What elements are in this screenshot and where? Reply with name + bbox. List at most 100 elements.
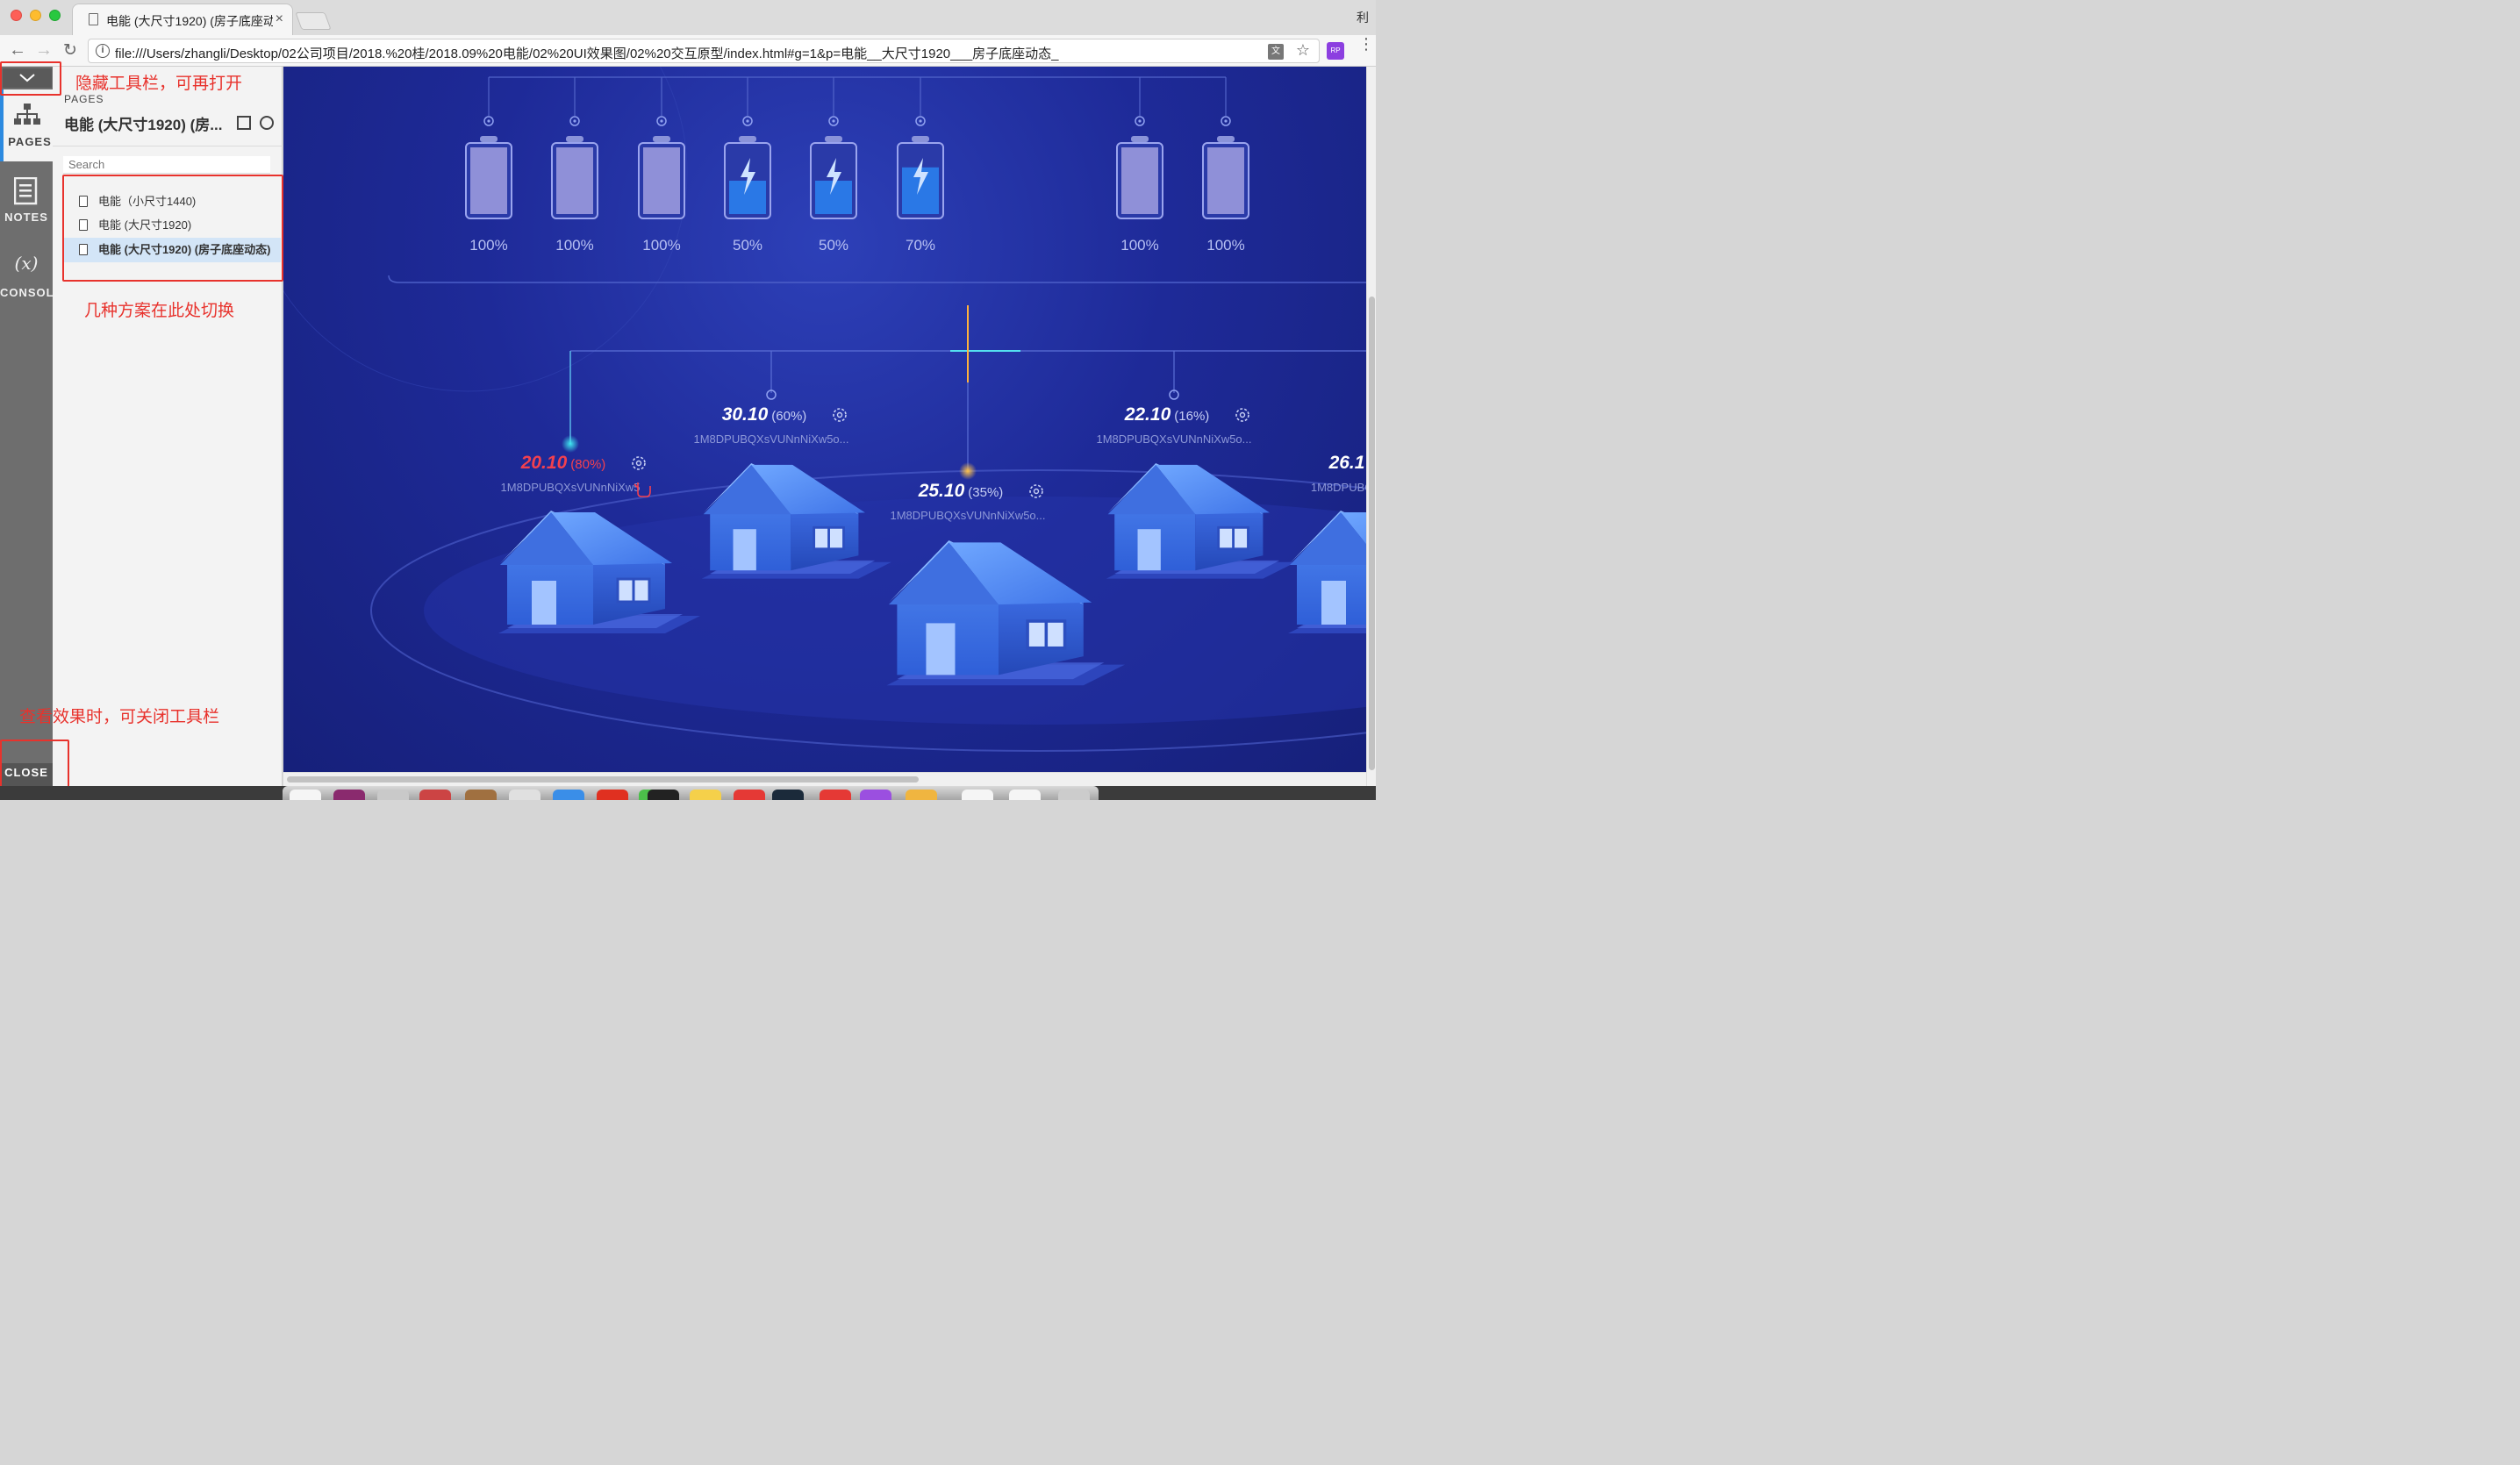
battery-unit[interactable]: 50% [810, 77, 857, 254]
house-door [1137, 529, 1161, 571]
dock-app-icon[interactable] [906, 790, 937, 800]
browser-tabbar: 电能 (大尺寸1920) (房子底座动态_ × 利 [0, 0, 1376, 35]
node-glow [562, 435, 579, 453]
translate-icon[interactable]: 文 [1268, 44, 1284, 60]
profile-button[interactable]: 利 [1357, 9, 1369, 26]
battery-unit[interactable]: 100% [551, 77, 598, 254]
house-id-label: 1M8DPUBQXsVUNnNiXw5o... [1097, 432, 1252, 446]
dock-app-icon[interactable] [772, 790, 804, 800]
gear-icon[interactable] [632, 456, 646, 470]
dock-app-icon[interactable] [820, 790, 851, 800]
dock-app-icon[interactable] [690, 790, 721, 800]
house-door [1321, 581, 1346, 625]
browser-menu-icon[interactable]: ⋮ [1358, 36, 1374, 52]
info-icon[interactable]: i [96, 44, 110, 58]
battery-node-dot [746, 119, 749, 123]
prototype-stage: 100% 100% 100% 50% 50% 70% 100% 100% 20.10 (80%)… [283, 67, 1366, 772]
vertical-scrollbar[interactable] [1366, 67, 1376, 786]
dock-app-icon[interactable] [962, 790, 993, 800]
reload-icon[interactable]: ↻ [63, 40, 77, 61]
annotation-hide-toolbar: 隐藏工具栏，可再打开 [75, 75, 243, 93]
dock-app-icon[interactable] [419, 790, 451, 800]
find-page-icon[interactable] [260, 116, 274, 130]
dock-app-icon[interactable] [734, 790, 765, 800]
battery-node-dot [1138, 119, 1142, 123]
window-minimize-button[interactable] [30, 10, 41, 21]
battery-percent-label: 100% [555, 237, 593, 254]
battery-node-dot [919, 119, 922, 123]
battery-percent-label: 50% [733, 237, 762, 254]
house-value: 30.10 [722, 404, 769, 425]
battery-terminal [480, 136, 498, 142]
page-icon [89, 13, 98, 25]
battery-node-dot [832, 119, 835, 123]
gear-icon[interactable] [833, 408, 847, 422]
house-value-label: 30.10 (60%) [722, 404, 807, 425]
dock-app-icon[interactable] [553, 790, 584, 800]
dock-app-icon[interactable] [860, 790, 891, 800]
battery-unit[interactable]: 70% [897, 77, 944, 254]
pages-tab-label: PAGES [8, 135, 52, 148]
house-value-label: 20.10 (80%) [520, 453, 606, 473]
url-text[interactable]: file:///Users/zhangli/Desktop/02公司项目/201… [115, 44, 1059, 62]
dock-app-icon[interactable] [465, 790, 497, 800]
gear-icon[interactable] [1029, 484, 1043, 498]
dock-app-icon[interactable] [509, 790, 541, 800]
page-search-box[interactable] [63, 156, 270, 174]
battery-node-dot [660, 119, 663, 123]
battery-level-fill [556, 147, 593, 214]
house-percent: (16%) [1174, 409, 1209, 424]
house-id-label: 1M8DPUBQXsVl [1311, 481, 1366, 494]
battery-unit[interactable]: 50% [724, 77, 771, 254]
forward-arrow-icon[interactable]: → [35, 40, 53, 61]
battery-unit[interactable]: 100% [1202, 77, 1249, 254]
battery-percent-label: 100% [1206, 237, 1244, 254]
dock-app-icon[interactable] [597, 790, 628, 800]
page-search-input[interactable] [63, 156, 270, 173]
gear-icon[interactable] [1235, 408, 1249, 422]
battery-unit[interactable]: 100% [465, 77, 512, 254]
house-value-label: 25.10 (35%) [918, 481, 1004, 501]
panel-header: PAGES [64, 93, 104, 105]
house-value: 20.10 [520, 453, 568, 473]
battery-percent-label: 70% [906, 237, 935, 254]
battery-unit[interactable]: 100% [1116, 77, 1163, 254]
dock-app-icon[interactable] [290, 790, 321, 800]
battery-unit[interactable]: 100% [638, 77, 685, 254]
battery-terminal [1131, 136, 1149, 142]
house-percent: (60%) [771, 409, 806, 424]
window-close-button[interactable] [11, 10, 22, 21]
sidebar-tab-notes[interactable]: NOTES [0, 170, 53, 240]
window-zoom-button[interactable] [49, 10, 61, 21]
battery-node-dot [573, 119, 576, 123]
bookmark-star-icon[interactable]: ☆ [1296, 41, 1310, 60]
axure-extension-icon[interactable]: RP [1327, 42, 1344, 60]
dock-app-icon[interactable] [377, 790, 409, 800]
battery-terminal [825, 136, 842, 142]
sidebar-tab-console[interactable]: (x) CONSOL [0, 242, 54, 312]
battery-node-dot [487, 119, 490, 123]
node-glow [959, 462, 977, 480]
annotation-box-close [0, 740, 69, 793]
house-value: 26.1 [1328, 453, 1365, 473]
battery-percent-label: 100% [469, 237, 507, 254]
new-tab-button[interactable] [295, 12, 332, 30]
address-bar[interactable]: i file:///Users/zhangli/Desktop/02公司项目/2… [88, 39, 1320, 63]
annotation-close-toolbar: 查看效果时，可关闭工具栏 [19, 708, 220, 726]
tab-close-icon[interactable]: × [276, 11, 283, 27]
annotation-box-collapse [0, 61, 61, 96]
sidebar-tab-pages[interactable]: PAGES [0, 89, 53, 161]
dock-app-icon[interactable] [648, 790, 679, 800]
scroll-thumb[interactable] [1369, 297, 1375, 770]
globe-decoration [283, 67, 688, 392]
browser-tab-active[interactable]: 电能 (大尺寸1920) (房子底座动态_ × [72, 4, 293, 35]
dock-app-icon[interactable] [1009, 790, 1041, 800]
back-arrow-icon[interactable]: ← [9, 40, 26, 61]
horizontal-scrollbar[interactable] [283, 772, 1366, 786]
scroll-thumb[interactable] [287, 776, 919, 783]
browser-toolbar: ← → ↻ i file:///Users/zhangli/Desktop/02… [0, 35, 1376, 67]
annotation-switch-plans: 几种方案在此处切换 [84, 302, 235, 320]
open-new-window-icon[interactable] [237, 116, 251, 130]
dock-app-icon[interactable] [333, 790, 365, 800]
dock-app-icon[interactable] [1058, 790, 1090, 800]
